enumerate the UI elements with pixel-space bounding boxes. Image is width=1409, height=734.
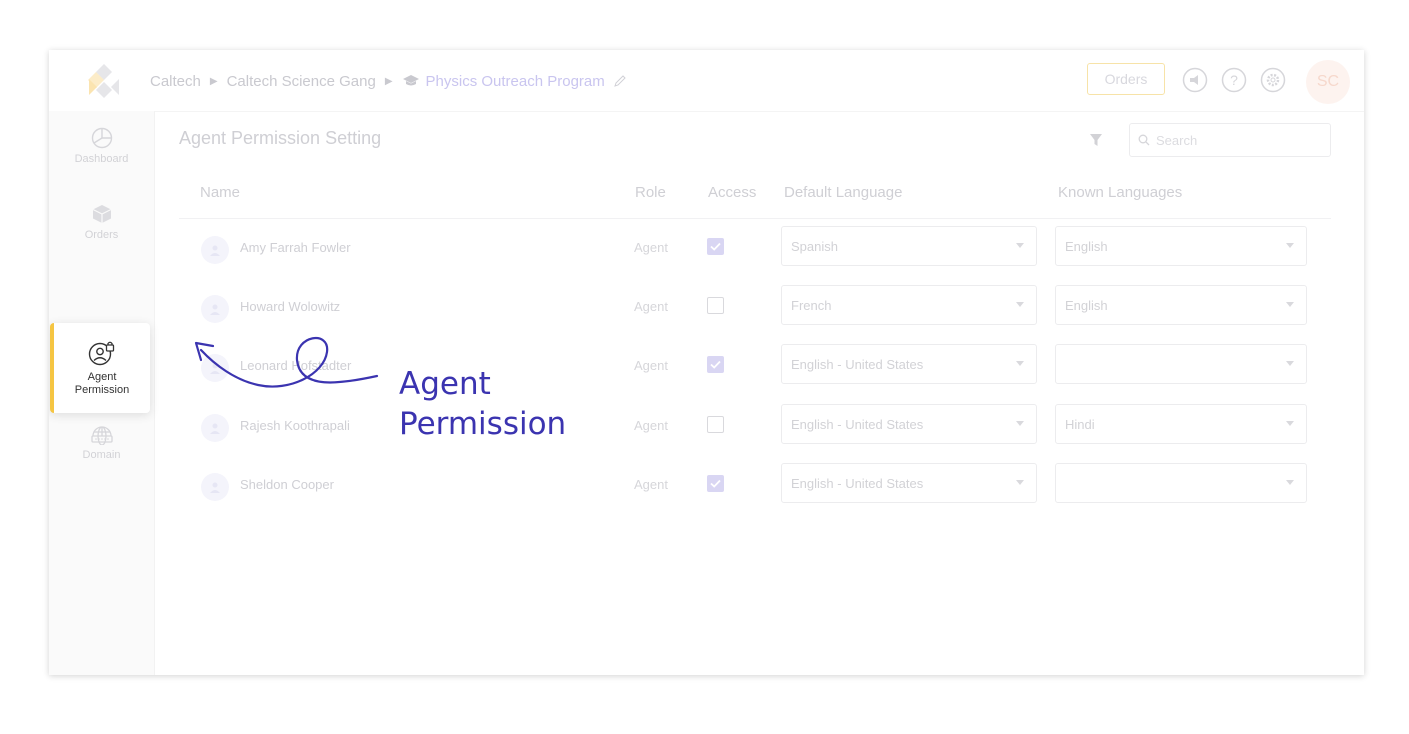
column-header-default-language[interactable]: Default Language xyxy=(784,184,902,201)
select-value: English - United States xyxy=(791,475,924,491)
orders-button[interactable]: Orders xyxy=(1087,63,1165,95)
column-header-access[interactable]: Access xyxy=(708,184,756,201)
user-avatar[interactable]: SC xyxy=(1306,60,1350,104)
caret-down-icon xyxy=(1016,302,1024,307)
default-language-select[interactable]: English - United States xyxy=(781,404,1037,444)
user-icon xyxy=(210,304,220,315)
column-header-role[interactable]: Role xyxy=(635,184,666,201)
caret-down-icon xyxy=(1286,243,1294,248)
select-value: English - United States xyxy=(791,356,924,372)
pie-chart-icon xyxy=(91,127,112,149)
search-input[interactable]: Search xyxy=(1129,123,1331,157)
search-icon xyxy=(1138,134,1150,146)
known-languages-select[interactable]: English xyxy=(1055,285,1307,325)
table-row: Amy Farrah Fowler Agent Spanish English xyxy=(49,226,1364,276)
user-icon xyxy=(210,363,220,374)
table-row: Sheldon Cooper Agent English - United St… xyxy=(49,463,1364,513)
known-languages-select[interactable] xyxy=(1055,463,1307,503)
user-icon xyxy=(210,482,220,493)
breadcrumb-item-team[interactable]: Caltech Science Gang xyxy=(227,73,376,90)
graduation-cap-icon xyxy=(402,74,420,88)
caret-down-icon xyxy=(1286,421,1294,426)
filter-icon[interactable] xyxy=(1089,133,1103,147)
caret-down-icon xyxy=(1286,480,1294,485)
caret-down-icon xyxy=(1016,243,1024,248)
agent-role: Agent xyxy=(634,240,668,255)
default-language-select[interactable]: English - United States xyxy=(781,344,1037,384)
column-header-known-languages[interactable]: Known Languages xyxy=(1058,184,1182,201)
agent-role: Agent xyxy=(634,299,668,314)
agent-role: Agent xyxy=(634,358,668,373)
svg-text:?: ? xyxy=(1230,72,1238,88)
breadcrumb-item-program[interactable]: Physics Outreach Program xyxy=(426,73,605,90)
select-value: English xyxy=(1065,297,1108,313)
known-languages-select[interactable]: Hindi xyxy=(1055,404,1307,444)
select-value: Spanish xyxy=(791,238,838,254)
top-bar: Caltech ▶ Caltech Science Gang ▶ Physics… xyxy=(49,50,1364,112)
known-languages-select[interactable]: English xyxy=(1055,226,1307,266)
logo-icon[interactable] xyxy=(85,62,123,100)
caret-down-icon xyxy=(1016,361,1024,366)
agent-name: Leonard Hofstadter xyxy=(240,358,352,373)
table-row: Howard Wolowitz Agent French English xyxy=(49,285,1364,335)
avatar xyxy=(201,295,229,323)
user-icon xyxy=(210,245,220,256)
sidebar-item-dashboard[interactable]: Dashboard xyxy=(49,127,154,165)
access-checkbox[interactable] xyxy=(707,238,724,255)
table-row: Rajesh Koothrapali Agent English - Unite… xyxy=(49,404,1364,454)
select-value: English - United States xyxy=(791,416,924,432)
breadcrumb: Caltech ▶ Caltech Science Gang ▶ Physics… xyxy=(150,70,627,92)
user-icon xyxy=(210,423,220,434)
caret-down-icon xyxy=(1016,480,1024,485)
select-value: English xyxy=(1065,238,1108,254)
megaphone-icon[interactable] xyxy=(1182,67,1208,93)
agent-name: Howard Wolowitz xyxy=(240,299,341,314)
help-icon[interactable]: ? xyxy=(1221,67,1247,93)
chevron-right-icon: ▶ xyxy=(384,75,393,87)
annotation-label: Agent Permission xyxy=(399,364,566,444)
access-checkbox[interactable] xyxy=(707,356,724,373)
avatar xyxy=(201,473,229,501)
chevron-right-icon: ▶ xyxy=(209,75,218,87)
known-languages-select[interactable] xyxy=(1055,344,1307,384)
default-language-select[interactable]: French xyxy=(781,285,1037,325)
annotation-line1: Agent xyxy=(399,366,491,402)
app-window: Caltech ▶ Caltech Science Gang ▶ Physics… xyxy=(49,50,1364,675)
access-checkbox[interactable] xyxy=(707,297,724,314)
edit-pencil-icon[interactable] xyxy=(613,74,627,88)
agent-role: Agent xyxy=(634,418,668,433)
table-row: Leonard Hofstadter Agent English - Unite… xyxy=(49,344,1364,394)
breadcrumb-item-org[interactable]: Caltech xyxy=(150,73,201,90)
header-divider xyxy=(179,218,1331,219)
box-icon xyxy=(92,205,111,223)
page-title: Agent Permission Setting xyxy=(179,128,382,148)
avatar xyxy=(201,414,229,442)
avatar xyxy=(201,354,229,382)
agent-role: Agent xyxy=(634,477,668,492)
caret-down-icon xyxy=(1286,302,1294,307)
annotation-line2: Permission xyxy=(399,406,567,442)
avatar xyxy=(201,236,229,264)
agent-name: Rajesh Koothrapali xyxy=(240,418,350,433)
access-checkbox[interactable] xyxy=(707,416,724,433)
sidebar-item-label: Dashboard xyxy=(74,153,129,165)
default-language-select[interactable]: English - United States xyxy=(781,463,1037,503)
agent-name: Amy Farrah Fowler xyxy=(240,240,351,255)
caret-down-icon xyxy=(1286,361,1294,366)
select-value: Hindi xyxy=(1065,416,1095,432)
column-header-name[interactable]: Name xyxy=(200,184,240,201)
access-checkbox[interactable] xyxy=(707,475,724,492)
settings-gear-icon[interactable] xyxy=(1260,67,1286,93)
agent-name: Sheldon Cooper xyxy=(240,477,334,492)
search-placeholder: Search xyxy=(1156,132,1198,148)
select-value: French xyxy=(791,297,832,313)
default-language-select[interactable]: Spanish xyxy=(781,226,1037,266)
caret-down-icon xyxy=(1016,421,1024,426)
